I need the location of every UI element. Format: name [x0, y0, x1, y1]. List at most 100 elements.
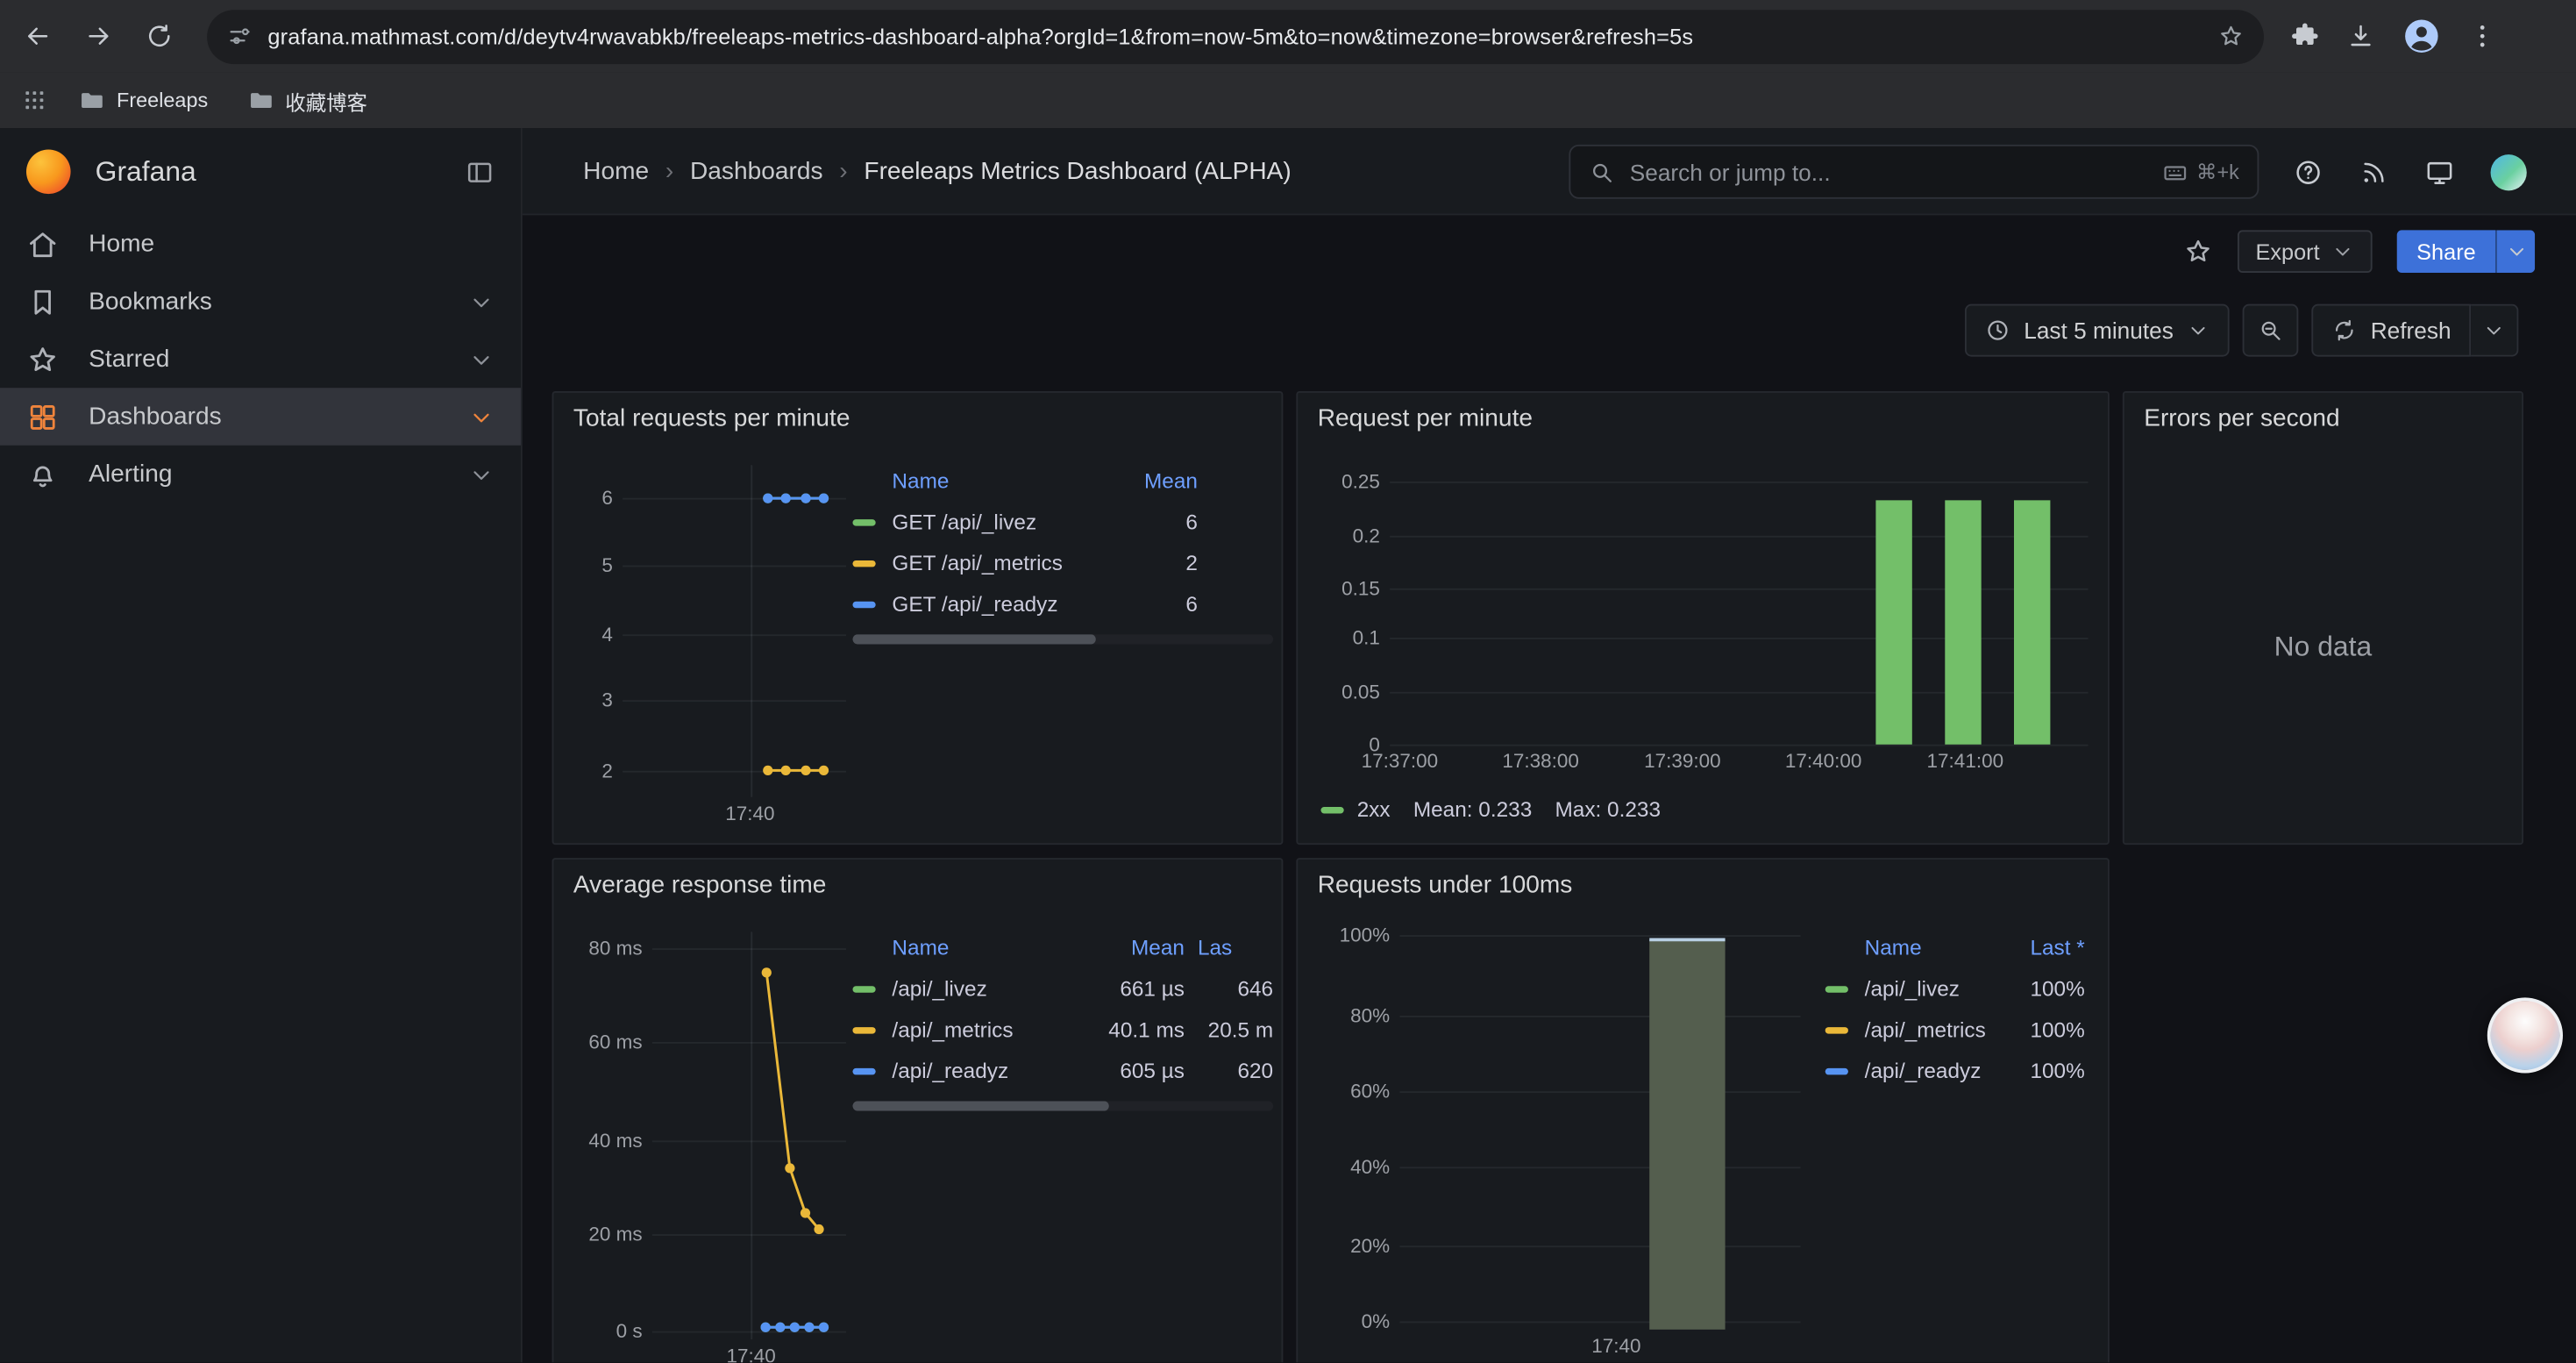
clock-icon [1984, 318, 2010, 344]
panel-legend: 2xx Mean: 0.233 Max: 0.233 [1320, 797, 1661, 822]
legend-row[interactable]: /api/_readyz 605 µs 620 [852, 1050, 1273, 1091]
legend-header-last[interactable]: Last * [1999, 934, 2084, 959]
download-icon[interactable] [2346, 21, 2376, 51]
chevron-down-icon [2187, 319, 2210, 342]
news-rss-icon[interactable] [2359, 157, 2389, 187]
forward-arrow-icon [84, 21, 114, 51]
browser-menu-icon[interactable] [2467, 21, 2497, 51]
collapse-sidebar-icon[interactable] [465, 157, 495, 187]
sidebar-item[interactable]: Dashboards [0, 388, 521, 446]
panel-title[interactable]: Total requests per minute [573, 404, 850, 432]
panel-total-requests: Total requests per minute 6543217:40 Nam… [552, 391, 1284, 845]
sidebar-item-icon [26, 458, 59, 490]
search-placeholder: Search or jump to... [1630, 159, 2162, 185]
zoom-out-button[interactable] [2243, 304, 2299, 357]
assistant-avatar[interactable] [2487, 997, 2563, 1073]
legend-row[interactable]: /api/_metrics 100% [1825, 1009, 2085, 1050]
timeseries-chart[interactable]: 6543217:40 [570, 462, 852, 827]
panel-title[interactable]: Request per minute [1318, 404, 1533, 432]
bookmark-folder[interactable]: 收藏博客 [232, 80, 382, 121]
series-swatch [852, 985, 875, 991]
legend-row[interactable]: /api/_readyz 100% [1825, 1050, 2085, 1091]
user-avatar[interactable] [2491, 153, 2527, 189]
folder-icon [79, 87, 105, 113]
breadcrumb-item[interactable]: Freeleaps Metrics Dashboard (ALPHA) › [864, 157, 1291, 185]
series-swatch [852, 601, 875, 607]
legend-item[interactable]: 2xx [1320, 797, 1390, 822]
breadcrumb-separator: › [665, 157, 673, 185]
series-swatch [1825, 1067, 1848, 1074]
sidebar-item[interactable]: Home [0, 215, 521, 273]
chevron-down-icon[interactable] [468, 289, 495, 315]
sidebar-item[interactable]: Starred [0, 331, 521, 389]
refresh-icon [2331, 318, 2358, 344]
bar-chart[interactable]: 100%80%60%40%20%0%17:40 [1314, 929, 1807, 1359]
legend-header-name[interactable]: Name [892, 467, 1089, 492]
help-icon[interactable] [2294, 157, 2323, 187]
chevron-down-icon[interactable] [468, 461, 495, 488]
legend-header-last[interactable]: Las [1198, 934, 1273, 959]
refresh-group: Refresh [2311, 304, 2518, 357]
apps-grid-icon[interactable] [21, 87, 47, 113]
legend-row[interactable]: GET /api/_livez 6 [852, 501, 1273, 542]
bookmark-star-icon[interactable] [2218, 23, 2245, 49]
site-info-icon[interactable] [227, 23, 253, 49]
reload-button[interactable] [137, 13, 182, 59]
time-range-picker[interactable]: Last 5 minutes [1965, 304, 2230, 357]
monitor-icon[interactable] [2425, 157, 2455, 187]
panel-title[interactable]: Requests under 100ms [1318, 871, 1573, 899]
export-button[interactable]: Export [2238, 230, 2373, 273]
bookmark-folder[interactable]: Freeleaps [64, 82, 223, 118]
share-button[interactable]: Share [2397, 230, 2495, 273]
scrollbar-thumb[interactable] [852, 634, 1096, 644]
search-icon [1589, 159, 1615, 185]
panel-title[interactable]: Average response time [573, 871, 827, 899]
panel-requests-under-100ms: Requests under 100ms 100%80%60%40%20%0%1… [1296, 858, 2109, 1362]
folder-icon [247, 87, 274, 113]
legend-row[interactable]: GET /api/_metrics 2 [852, 542, 1273, 583]
series-swatch [852, 518, 875, 525]
sidebar-item[interactable]: Bookmarks [0, 273, 521, 331]
scrollbar-thumb[interactable] [852, 1101, 1109, 1110]
legend-row[interactable]: GET /api/_readyz 6 [852, 583, 1273, 624]
legend-header-name[interactable]: Name [1865, 934, 1987, 959]
refresh-interval-button[interactable] [2471, 304, 2518, 357]
profile-avatar-icon[interactable] [2402, 17, 2441, 56]
back-button[interactable] [15, 13, 60, 59]
legend-header-mean[interactable]: Mean [1102, 467, 1198, 492]
extensions-icon[interactable] [2290, 21, 2320, 51]
url-text[interactable]: grafana.mathmast.com/d/deytv4rwavabkb/fr… [267, 24, 2217, 48]
grafana-logo[interactable] [26, 150, 71, 195]
legend-row[interactable]: /api/_metrics 40.1 ms 20.5 m [852, 1009, 1273, 1050]
top-navigation: Home › Dashboards › Freeleaps Metrics Da… [523, 128, 2576, 215]
chevron-down-icon[interactable] [468, 346, 495, 372]
legend-header-name[interactable]: Name [892, 934, 1072, 959]
forward-button[interactable] [75, 13, 121, 59]
breadcrumb-item[interactable]: Home › [583, 157, 690, 185]
refresh-button[interactable]: Refresh [2311, 304, 2471, 357]
chevron-down-icon[interactable] [468, 403, 495, 430]
search-input[interactable]: Search or jump to... ⌘+k [1569, 145, 2259, 199]
timeseries-chart[interactable]: 80 ms60 ms40 ms20 ms0 s17:40 [570, 929, 852, 1363]
share-button-group: Share [2397, 230, 2535, 273]
panel-title[interactable]: Errors per second [2144, 404, 2339, 432]
bookmarks-bar: Freeleaps 收藏博客 [0, 72, 2576, 128]
breadcrumb-item[interactable]: Dashboards › [690, 157, 864, 185]
series-swatch [1825, 1026, 1848, 1032]
url-bar[interactable]: grafana.mathmast.com/d/deytv4rwavabkb/fr… [207, 9, 2264, 63]
bar-chart[interactable]: 0.250.20.150.10.05017:37:0017:38:0017:39… [1314, 462, 2095, 774]
sidebar-item-icon [26, 228, 59, 260]
share-menu-button[interactable] [2495, 230, 2535, 273]
favorite-star-icon[interactable] [2183, 237, 2213, 267]
legend-header-mean[interactable]: Mean [1086, 934, 1185, 959]
reload-icon [145, 21, 174, 51]
sidebar-item[interactable]: Alerting [0, 446, 521, 503]
legend-scrollbar[interactable] [852, 634, 1273, 644]
legend-row[interactable]: /api/_livez 100% [1825, 968, 2085, 1010]
chevron-down-icon [2482, 319, 2505, 342]
legend-scrollbar[interactable] [852, 1101, 1273, 1110]
sidebar-item-icon [26, 343, 59, 375]
series-swatch [852, 1026, 875, 1032]
panel-avg-response-time: Average response time 80 ms60 ms40 ms20 … [552, 858, 1284, 1362]
legend-row[interactable]: /api/_livez 661 µs 646 [852, 968, 1273, 1010]
